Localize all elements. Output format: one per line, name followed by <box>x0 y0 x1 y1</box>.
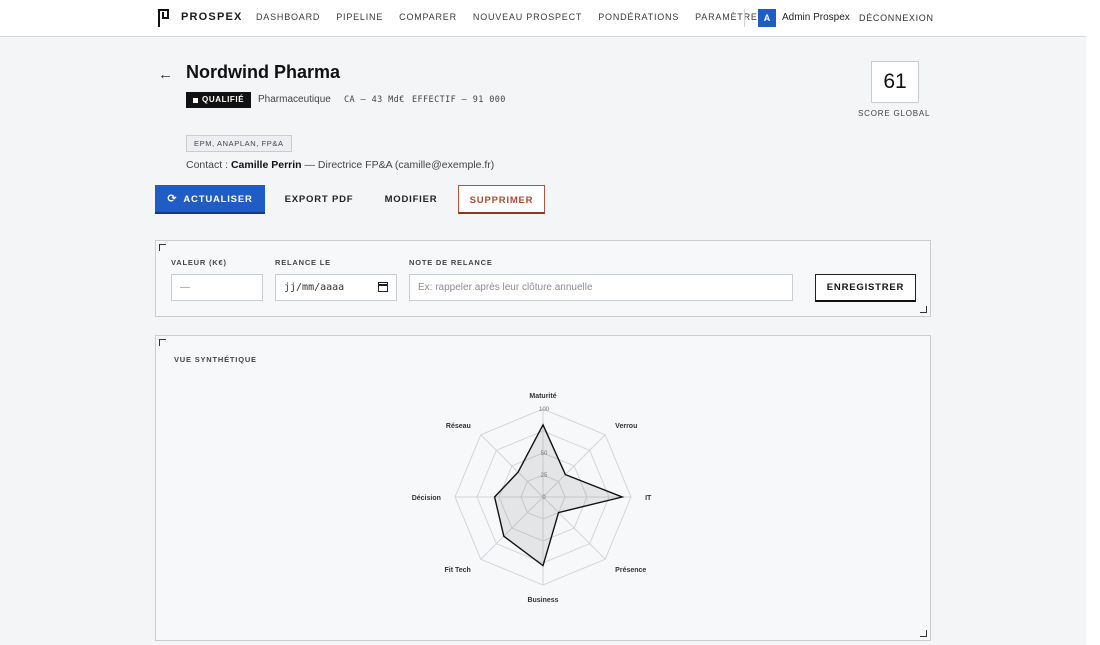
nav-divider <box>744 9 745 27</box>
radar-tick-label: 50 <box>541 451 548 457</box>
sector-label: Pharmaceutique <box>258 94 331 105</box>
valeur-input[interactable]: — <box>171 274 263 301</box>
radar-series-polygon <box>493 423 625 567</box>
radar-axis-label: Réseau <box>446 423 471 430</box>
brand-name[interactable]: PROSPEX <box>181 11 243 23</box>
contact-prefix: Contact : <box>186 159 229 171</box>
nav-comparer[interactable]: COMPARER <box>399 12 457 22</box>
delete-button[interactable]: SUPPRIMER <box>458 185 545 214</box>
status-label: QUALIFIÉ <box>202 95 245 104</box>
prospex-logo-icon[interactable] <box>158 9 170 27</box>
logout-link[interactable]: DÉCONNEXION <box>859 13 934 23</box>
radar-axis-label: Maturité <box>529 393 556 400</box>
radar-axis-label: Fit Tech <box>444 567 470 574</box>
nav-nouveau-prospect[interactable]: NOUVEAU PROSPECT <box>473 12 582 22</box>
refresh-icon: ⟳ <box>167 193 178 205</box>
nav-dashboard[interactable]: DASHBOARD <box>256 12 320 22</box>
contact-detail: — Directrice FP&A (camille@exemple.fr) <box>304 159 495 171</box>
calendar-icon[interactable] <box>378 282 388 292</box>
user-name[interactable]: Admin Prospex <box>782 12 850 23</box>
relance-label: RELANCE LE <box>275 258 331 267</box>
relance-date-placeholder: jj/mm/aaaa <box>284 282 345 293</box>
export-pdf-button[interactable]: EXPORT PDF <box>276 185 362 214</box>
status-badge: QUALIFIÉ <box>186 92 252 108</box>
scrollbar[interactable] <box>1086 0 1100 645</box>
radar-tick-label: 25 <box>541 473 548 479</box>
revenue-label: CA — 43 Md€ <box>344 95 405 105</box>
edit-button[interactable]: MODIFIER <box>375 185 447 214</box>
contact-name: Camille Perrin <box>230 159 302 171</box>
main-nav: DASHBOARD PIPELINE COMPARER NOUVEAU PROS… <box>256 12 781 22</box>
status-square-icon <box>193 97 198 103</box>
save-button[interactable]: ENREGISTRER <box>815 274 916 302</box>
relance-date-input[interactable]: jj/mm/aaaa <box>275 274 397 301</box>
radar-axis-label: IT <box>645 495 652 502</box>
contact-line: Contact : Camille Perrin — Directrice FP… <box>186 159 494 171</box>
note-input[interactable]: Ex: rappeler après leur clôture annuelle <box>409 274 793 301</box>
tags-badge: EPM, ANAPLAN, FP&A <box>186 135 292 152</box>
refresh-button[interactable]: ⟳ ACTUALISER <box>155 185 265 214</box>
global-score-label: SCORE GLOBAL <box>858 109 931 118</box>
follow-up-form: VALEUR (K€) — RELANCE LE jj/mm/aaaa NOTE… <box>155 240 931 317</box>
radar-chart: 02550100MaturitéVerrouITPrésenceBusiness… <box>412 393 652 604</box>
top-navigation-bar: PROSPEX DASHBOARD PIPELINE COMPARER NOUV… <box>0 0 1086 37</box>
radar-axis-label: Verrou <box>615 423 637 430</box>
radar-tick-label: 100 <box>539 407 550 413</box>
corner-mark <box>159 244 166 251</box>
radar-axis-label: Présence <box>615 567 646 574</box>
page-title: Nordwind Pharma <box>186 62 341 82</box>
radar-chart-panel: VUE SYNTHÉTIQUE 0 25 50 100 Maturité Verrou IT… <box>155 335 931 641</box>
radar-axis-label: Business <box>527 597 558 604</box>
back-arrow-icon[interactable]: ← <box>158 66 173 83</box>
nav-parametres[interactable]: PARAMÈTRES <box>695 12 764 22</box>
refresh-label: ACTUALISER <box>183 194 253 205</box>
radar-axis-label: Décision <box>412 495 441 502</box>
headcount-label: EFFECTIF — 91 000 <box>412 95 506 105</box>
resize-handle[interactable] <box>920 306 927 313</box>
avatar[interactable]: A <box>758 9 776 27</box>
note-label: NOTE DE RELANCE <box>409 258 493 267</box>
valeur-label: VALEUR (K€) <box>171 258 227 267</box>
nav-ponderations[interactable]: PONDÉRATIONS <box>598 12 679 22</box>
global-score-value: 61 <box>871 61 919 103</box>
nav-pipeline[interactable]: PIPELINE <box>336 12 383 22</box>
